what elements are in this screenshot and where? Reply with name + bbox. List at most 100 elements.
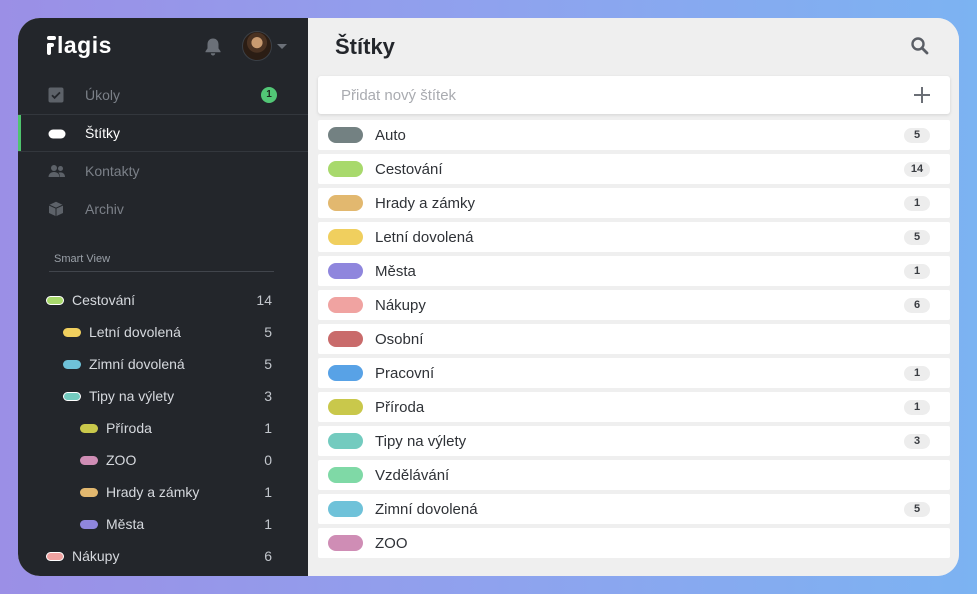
tag-row[interactable]: Hrady a zámky 1 [318, 188, 950, 218]
tag-row[interactable]: Letní dovolená 5 [318, 222, 950, 252]
tag-color-pill[interactable] [328, 161, 363, 177]
tag-row[interactable]: Auto 5 [318, 120, 950, 150]
tag-color-pill [63, 359, 81, 369]
tree-item-count: 3 [264, 388, 272, 404]
tag-color-pill [80, 487, 98, 497]
tree-item-count: 14 [256, 292, 272, 308]
nav-item-label: Kontakty [85, 163, 140, 179]
tag-row[interactable]: Tipy na výlety 3 [318, 426, 950, 456]
tag-count-badge: 5 [904, 128, 930, 143]
nav-item-ukoly[interactable]: Úkoly 1 [18, 76, 308, 114]
tag-color-pill[interactable] [328, 433, 363, 449]
tag-color-pill[interactable] [328, 127, 363, 143]
tree-item-count: 1 [264, 420, 272, 436]
tag-color-pill [46, 295, 64, 305]
tag-row[interactable]: Cestování 14 [318, 154, 950, 184]
tag-name: Hrady a zámky [375, 194, 476, 212]
divider [49, 271, 274, 272]
tag-count-badge: 1 [904, 196, 930, 211]
tag-count-badge: 3 [904, 434, 930, 449]
tag-count-badge: 1 [904, 264, 930, 279]
tag-name: Osobní [375, 330, 424, 348]
tree-item-label: ZOO [106, 452, 137, 468]
app-window: lagis Úkoly 1 Štítky Kontakty Archiv Sma… [18, 18, 959, 576]
tag-count-badge: 1 [904, 400, 930, 415]
tree-item-count: 0 [264, 452, 272, 468]
tag-row[interactable]: Vzdělávání [318, 460, 950, 490]
tree-item[interactable]: Tipy na výlety 3 [63, 385, 308, 407]
tag-name: Cestování [375, 160, 443, 178]
tree-item-count: 5 [264, 324, 272, 340]
tag-name: Pracovní [375, 364, 435, 382]
tree-item[interactable]: Zimní dovolená 5 [63, 353, 308, 375]
nav-item-archiv[interactable]: Archiv [18, 190, 308, 228]
tag-row[interactable]: Pracovní 1 [318, 358, 950, 388]
nav-item-label: Štítky [85, 125, 121, 141]
tag-color-pill [80, 455, 98, 465]
tag-color-pill [80, 519, 98, 529]
logo[interactable]: lagis [47, 32, 112, 59]
main-panel: Štítky Auto 5 Cestování 14 Hrady a zámky 1 Let… [308, 18, 959, 576]
tag-color-pill[interactable] [328, 365, 363, 381]
tag-color-pill[interactable] [328, 535, 363, 551]
tag-color-pill [46, 551, 64, 561]
tag-name: Letní dovolená [375, 228, 474, 246]
tag-name: Zimní dovolená [375, 500, 478, 518]
sidebar-header: lagis [18, 18, 308, 76]
tree-item-label: Zimní dovolená [89, 356, 185, 372]
tree-item[interactable]: Nákupy 6 [46, 545, 308, 567]
tag-row[interactable]: Zimní dovolená 5 [318, 494, 950, 524]
search-icon[interactable] [910, 36, 930, 61]
tree-item[interactable]: ZOO 0 [80, 449, 308, 471]
tag-color-pill[interactable] [328, 467, 363, 483]
tag-count-badge: 5 [904, 502, 930, 517]
tree-item-count: 1 [264, 484, 272, 500]
tag-name: Tipy na výlety [375, 432, 467, 450]
tag-color-pill[interactable] [328, 331, 363, 347]
nav-item-kontakty[interactable]: Kontakty [18, 152, 308, 190]
tree-item-count: 1 [264, 516, 272, 532]
tree-item[interactable]: Cestování 14 [46, 289, 308, 311]
tag-color-pill[interactable] [328, 297, 363, 313]
tree-item-label: Cestování [72, 292, 136, 308]
tag-row[interactable]: Příroda 1 [318, 392, 950, 422]
tag-color-pill[interactable] [328, 501, 363, 517]
page-title: Štítky [335, 34, 395, 59]
tree-item[interactable]: Města 1 [80, 513, 308, 535]
tag-color-pill[interactable] [328, 195, 363, 211]
tag-icon [48, 126, 66, 142]
tag-row[interactable]: Osobní [318, 324, 950, 354]
bell-icon[interactable] [204, 37, 222, 62]
box-icon [48, 201, 64, 217]
new-tag-input[interactable] [341, 76, 881, 114]
tag-row[interactable]: Města 1 [318, 256, 950, 286]
tree-item-label: Letní dovolená [89, 324, 181, 340]
plus-icon[interactable] [914, 87, 930, 103]
people-icon [48, 163, 65, 179]
tag-color-pill[interactable] [328, 263, 363, 279]
avatar[interactable] [242, 31, 272, 61]
smart-view-title: Smart View [54, 253, 111, 265]
tag-name: Města [375, 262, 416, 280]
tag-color-pill[interactable] [328, 229, 363, 245]
checkbox-icon [48, 87, 64, 103]
tag-name: Nákupy [375, 296, 426, 314]
nav-item-label: Archiv [85, 201, 124, 217]
tag-row[interactable]: ZOO [318, 528, 950, 558]
chevron-down-icon[interactable] [277, 44, 287, 49]
nav-item-stitky[interactable]: Štítky [18, 114, 308, 152]
tag-row[interactable]: Nákupy 6 [318, 290, 950, 320]
tag-color-pill[interactable] [328, 399, 363, 415]
tag-count-badge: 5 [904, 230, 930, 245]
tag-name: Příroda [375, 398, 425, 416]
logo-mark-icon [47, 36, 56, 55]
tag-color-pill [63, 327, 81, 337]
tree-item[interactable]: Letní dovolená 5 [63, 321, 308, 343]
tag-color-pill [80, 423, 98, 433]
tree-item[interactable]: Příroda 1 [80, 417, 308, 439]
tree-item-label: Nákupy [72, 548, 120, 564]
tree-item-count: 6 [264, 548, 272, 564]
tree-item[interactable]: Hrady a zámky 1 [80, 481, 308, 503]
add-tag-row [318, 76, 950, 114]
sidebar: lagis Úkoly 1 Štítky Kontakty Archiv Sma… [18, 18, 308, 576]
